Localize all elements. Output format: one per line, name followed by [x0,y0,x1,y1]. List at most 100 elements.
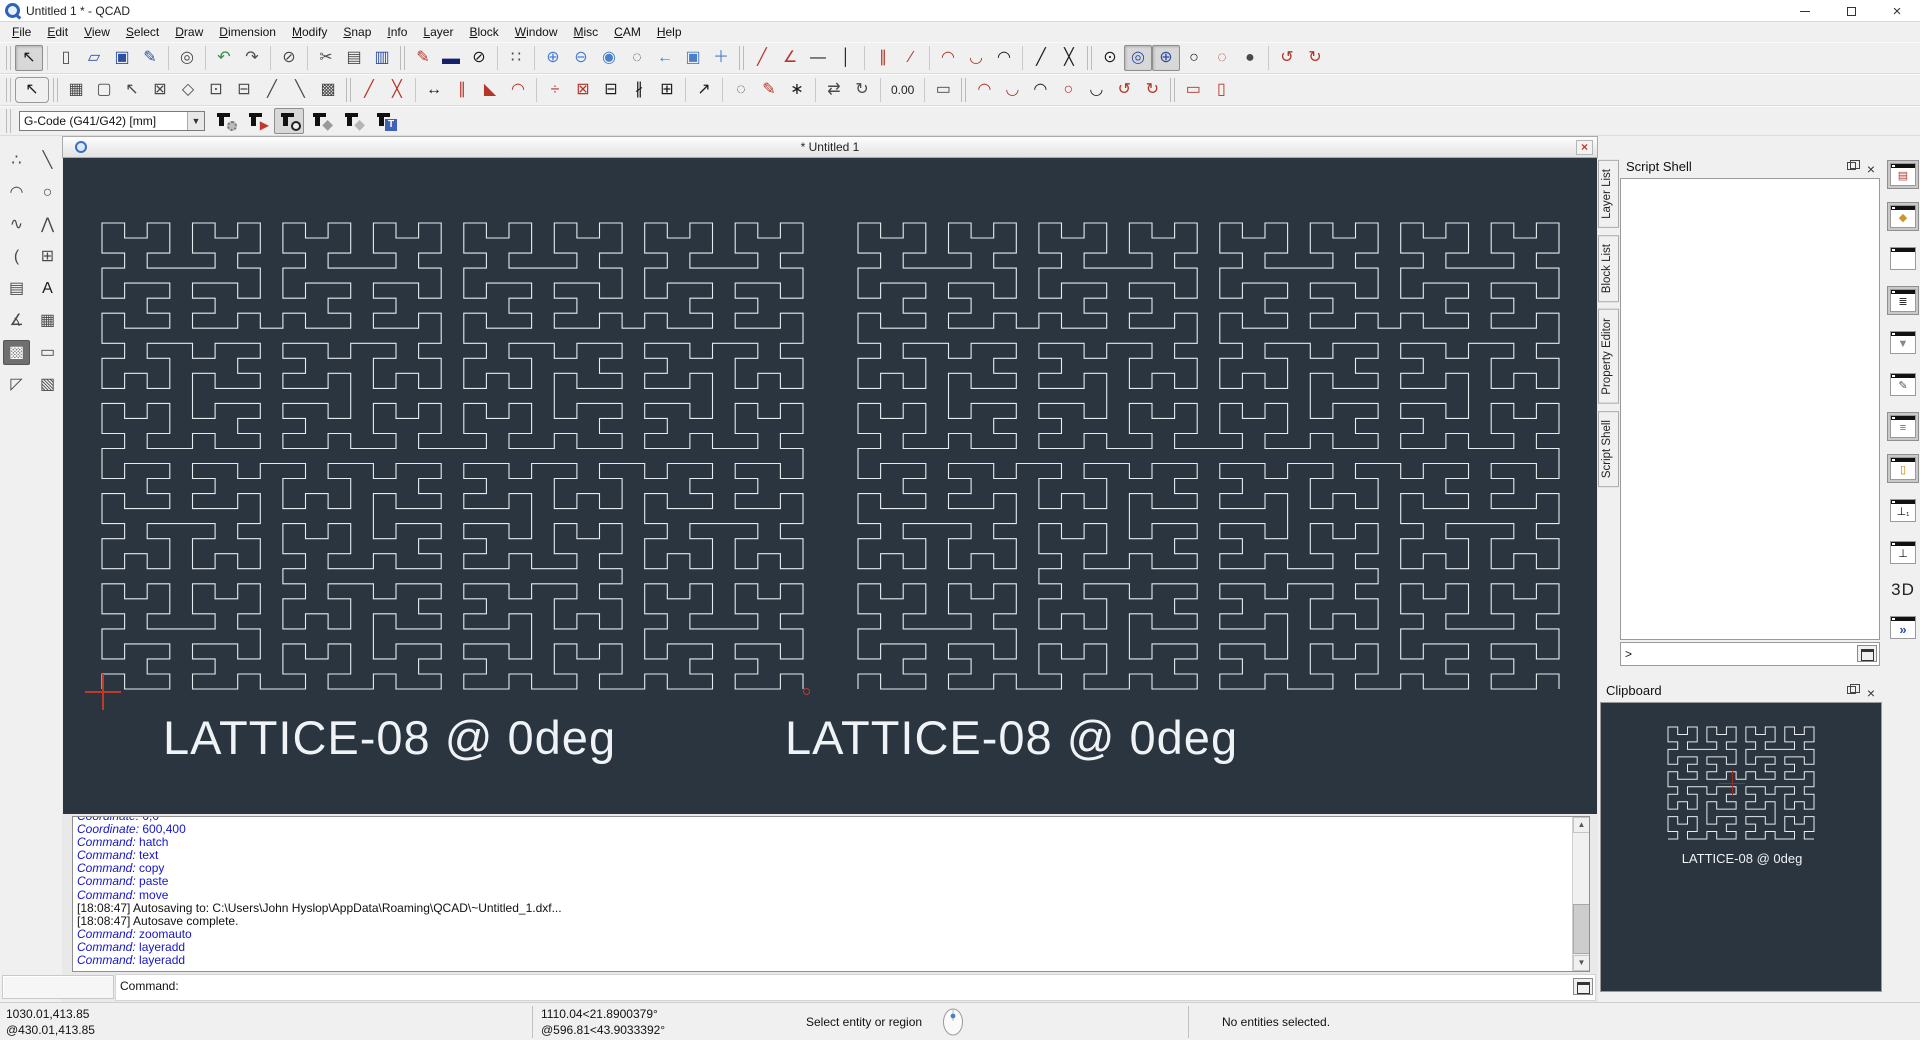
select-pointer[interactable]: ↖ [15,77,49,103]
rectangle-2-points[interactable]: ▭ [1179,77,1207,103]
minimize-button[interactable] [1782,0,1828,22]
round[interactable]: ◠ [504,77,532,103]
insert-tools[interactable]: ▤ [3,276,30,301]
select-tool[interactable]: ↖ [15,45,43,71]
line-tools[interactable]: ╲ [34,148,61,173]
block-tools[interactable]: ⊞ [34,244,61,269]
paste[interactable]: ▥ [368,45,396,71]
dock-tab-block-list[interactable]: Block List [1598,235,1619,302]
pen-settings-toggle[interactable]: ✎ [1887,370,1919,399]
drawing-canvas[interactable]: LATTICE-08 @ 0deg LATTICE-08 @ 0deg [63,158,1597,814]
menu-view[interactable]: View [76,23,118,41]
hatch-tool[interactable]: ▩ [3,340,30,365]
close-button[interactable]: × [1874,0,1920,22]
dock-tab-layer-list[interactable]: Layer List [1598,160,1619,228]
nesting-configuration[interactable]: ◆ [306,108,336,134]
line-properties[interactable]: ▬ [437,45,465,71]
point-tools[interactable]: ∴ [3,148,30,173]
dimension-tools[interactable]: ∡ [3,308,30,333]
polyline-arc-1[interactable]: ◠ [970,77,998,103]
more-panels-toggle[interactable]: » [1887,613,1919,642]
view-3d-label[interactable]: 3D [1891,580,1915,600]
block-list-toggle[interactable]: ◆ [1887,202,1919,231]
tangent-point-circle[interactable]: ╱ [1027,45,1055,71]
zoom-selection[interactable]: ◌ [623,45,651,71]
offset[interactable]: ∥ [448,77,476,103]
modify-corner-tools[interactable]: ◸ [3,372,30,397]
script-shell-output[interactable] [1620,178,1880,640]
line-angle[interactable]: ∠ [776,45,804,71]
polyline-arc-5[interactable]: ↺ [1110,77,1138,103]
open-file[interactable]: ▱ [80,45,108,71]
divide[interactable]: ÷ [541,77,569,103]
arc-concentric[interactable]: ↺ [1273,45,1301,71]
menu-info[interactable]: Info [379,23,415,41]
curve-tools[interactable]: ( [3,244,30,269]
cam-simulate[interactable] [274,108,304,134]
library-browser-toggle[interactable] [1887,244,1919,273]
rotate[interactable]: ↻ [848,77,876,103]
menu-modify[interactable]: Modify [284,23,335,41]
zoom-window[interactable]: ▣ [679,45,707,71]
measure-tools[interactable]: ▭ [34,340,61,365]
deselect-intersected[interactable]: ╲ [286,77,314,103]
select-window[interactable]: ⊡ [202,77,230,103]
menu-select[interactable]: Select [118,23,167,41]
arc-tools[interactable]: ◠ [3,180,30,205]
chevron-down-icon[interactable]: ▼ [187,112,204,130]
menu-window[interactable]: Window [507,23,566,41]
script-shell-input[interactable]: > [1620,642,1880,666]
scroll-down-icon[interactable]: ▼ [1573,955,1590,971]
trim[interactable]: ╱ [355,77,383,103]
line-vertical[interactable]: │ [832,45,860,71]
polyline-arc-4[interactable]: ◡ [1082,77,1110,103]
menu-dimension[interactable]: Dimension [211,23,284,41]
polyline-arc-6[interactable]: ↻ [1138,77,1166,103]
cam-configuration-dropdown[interactable]: G-Code (G41/G42) [mm] ▼ [19,111,205,131]
menu-block[interactable]: Block [461,23,506,41]
move-copy[interactable]: ⇄ [820,77,848,103]
menu-help[interactable]: Help [649,23,690,41]
deselect-all[interactable]: ▢ [90,77,118,103]
arc-tangent[interactable]: ◠ [990,45,1018,71]
save-as[interactable]: ✎ [136,45,164,71]
cam-export[interactable]: ▶ [242,108,272,134]
auto-zoom[interactable]: ◉ [595,45,623,71]
float-panel-icon[interactable] [1847,686,1856,694]
scroll-up-icon[interactable]: ▲ [1573,817,1590,833]
explode[interactable]: ∗ [783,77,811,103]
circle-3-points[interactable]: ○ [1180,45,1208,71]
circle-center-point[interactable]: ⊙ [1096,45,1124,71]
undo[interactable]: ↶ [210,45,238,71]
deselect-window[interactable]: ⊟ [230,77,258,103]
circle-tools[interactable]: ○ [34,180,61,205]
select-contour[interactable]: ◇ [174,77,202,103]
menu-edit[interactable]: Edit [39,23,76,41]
previous-view[interactable]: ← [651,45,679,71]
auto-trim[interactable]: ⊟ [597,77,625,103]
menu-file[interactable]: File [4,23,39,41]
flatten[interactable]: ▭ [929,77,957,103]
drawing-preferences[interactable]: ✎ [409,45,437,71]
zoom-in[interactable]: ⊕ [539,45,567,71]
circle-2-points[interactable]: ◎ [1124,45,1152,71]
select-intersected[interactable]: ╱ [258,77,286,103]
cam-simulation-toggle[interactable]: ⊥ [1887,538,1919,567]
arc-continue[interactable]: ↻ [1301,45,1329,71]
break-out-segment[interactable]: ⊠ [569,77,597,103]
polyline-arc-3[interactable]: ◠ [1026,77,1054,103]
polyline-arc-2[interactable]: ◡ [998,77,1026,103]
polyline-tools[interactable]: ⋀ [34,212,61,237]
menu-snap[interactable]: Snap [335,23,379,41]
line-horizontal[interactable]: ― [804,45,832,71]
cam-text-attribute[interactable]: T [370,108,400,134]
stretch[interactable]: ↗ [690,77,718,103]
command-panel-button[interactable] [1573,978,1593,995]
solid-3d-tools[interactable]: ▧ [34,372,61,397]
float-panel-icon[interactable] [1847,162,1856,170]
select-all[interactable]: ▦ [62,77,90,103]
pan[interactable]: ＋ [707,45,735,71]
copy[interactable]: ▤ [340,45,368,71]
invert-selection[interactable]: ▩ [314,77,342,103]
close-panel-icon[interactable]: × [1867,158,1875,180]
